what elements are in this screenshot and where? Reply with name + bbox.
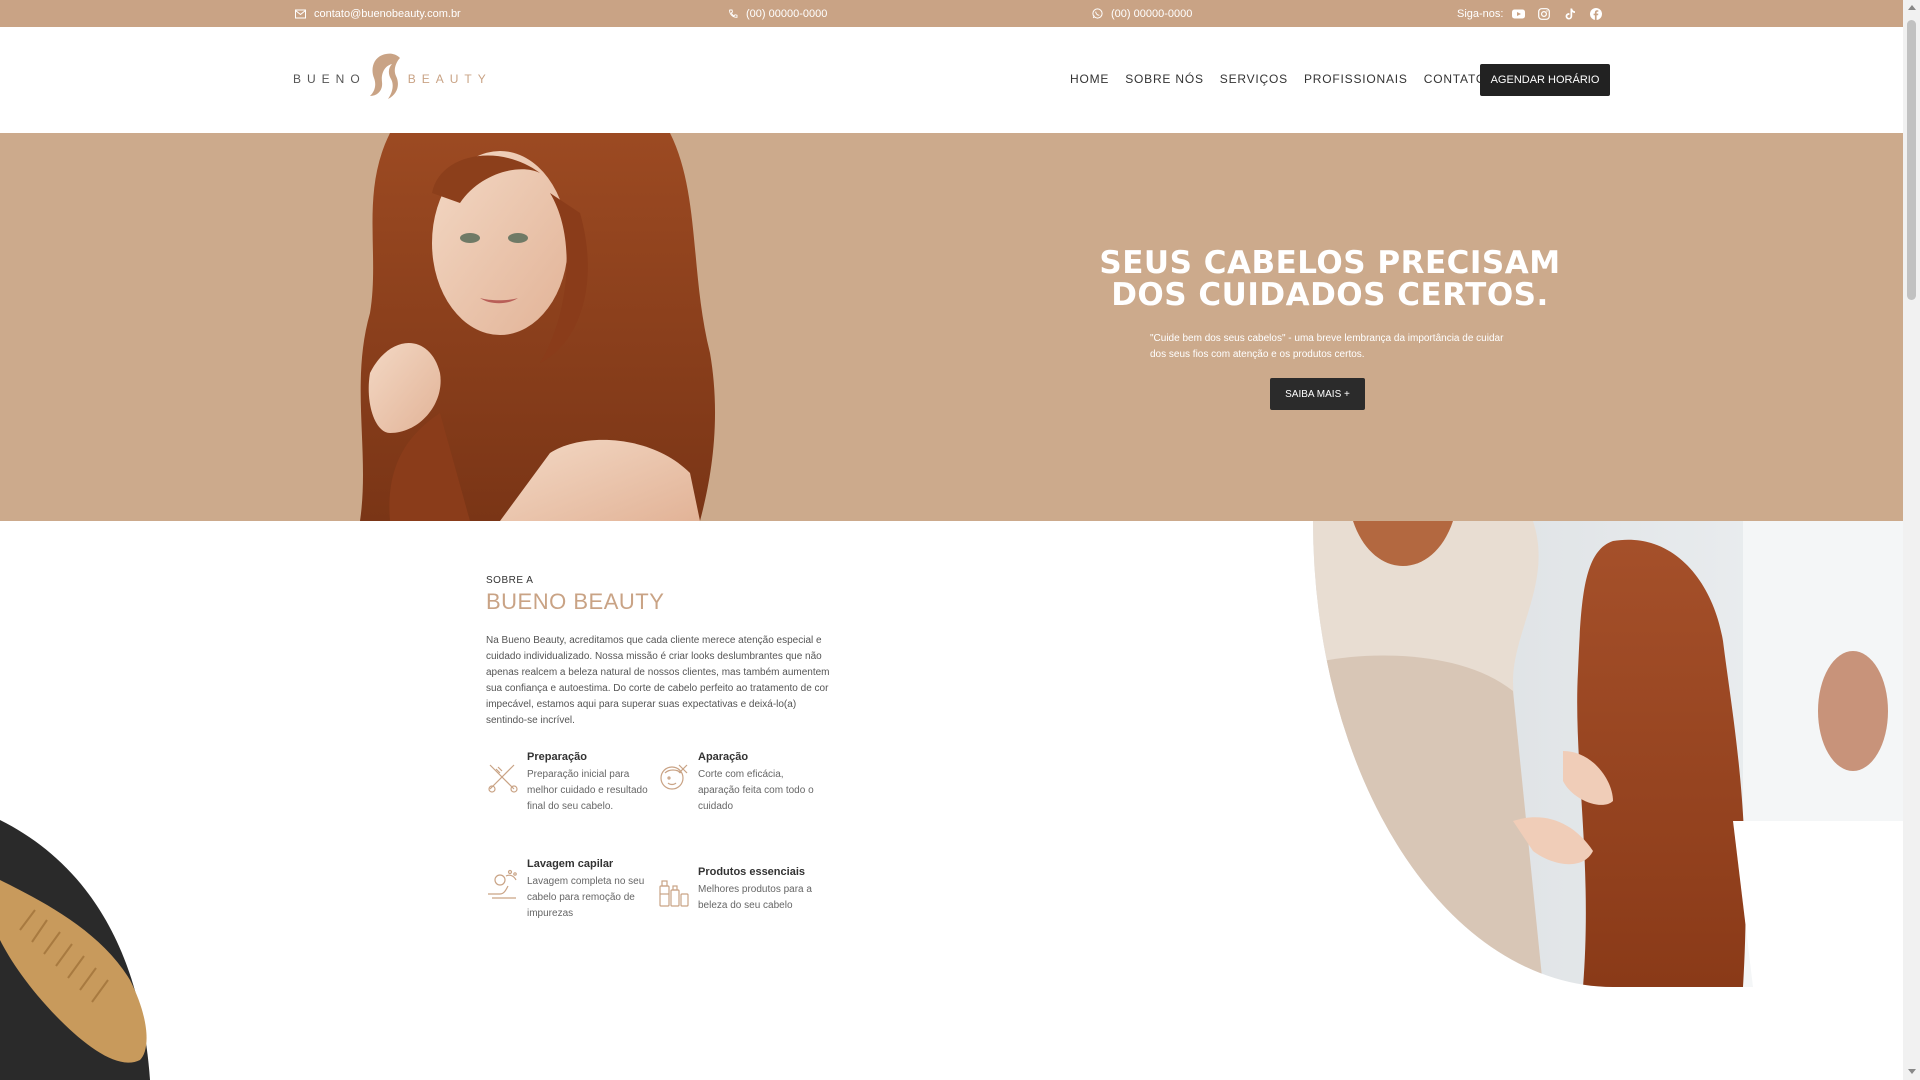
about-title: BUENO BEAUTY [486,589,665,614]
logo-word-bueno: BUENO [293,72,366,86]
main-nav: HOME SOBRE NÓS SERVIÇOS PROFISSIONAIS CO… [1070,72,1486,86]
facebook-icon[interactable] [1589,7,1603,21]
scroll-up-arrow-icon[interactable] [1908,5,1916,10]
feature-title: Preparação [527,751,587,763]
scissors-comb-icon [486,761,520,795]
youtube-icon[interactable] [1511,7,1525,21]
products-bottles-icon [657,876,691,910]
scroll-down-arrow-icon[interactable] [1908,1069,1916,1074]
site-header: BUENO BEAUTY HOME SOBRE NÓS SERVIÇOS PRO… [0,27,1903,133]
nav-profissionais[interactable]: PROFISSIONAIS [1304,72,1408,86]
whatsapp-contact[interactable]: (00) 00000-0000 [1092,0,1192,27]
top-contact-bar: contato@buenobeauty.com.br (00) 00000-00… [0,0,1903,27]
salon-hairdresser-photo [1313,521,1903,987]
hero-woman-photo [360,133,716,521]
nav-home[interactable]: HOME [1070,72,1109,86]
logo-hair-icon [366,52,402,107]
hero-title: SEUS CABELOS PRECISAM DOS CUIDADOS CERTO… [1040,247,1620,311]
site-logo[interactable]: BUENO BEAUTY [293,51,492,107]
feature-desc: Lavagem completa no seu cabelo para remo… [527,876,645,919]
page-scrollbar[interactable] [1903,0,1920,1080]
feature-title: Lavagem capilar [527,858,614,870]
email-contact[interactable]: contato@buenobeauty.com.br [295,0,461,27]
envelope-icon [295,9,306,19]
hair-cutting-icon [657,761,691,795]
social-links: Siga-nos: [1457,0,1603,27]
whatsapp-icon [1092,8,1103,19]
logo-word-beauty: BEAUTY [407,72,492,86]
whatsapp-text[interactable]: (00) 00000-0000 [1111,8,1192,20]
feature-title: Produtos essenciais [698,866,805,878]
feature-title: Aparação [698,751,749,763]
scrollbar-thumb[interactable] [1907,20,1916,300]
comb-hair-image [0,820,150,1080]
email-text[interactable]: contato@buenobeauty.com.br [314,8,461,20]
tiktok-icon[interactable] [1563,7,1577,21]
nav-servicos[interactable]: SERVIÇOS [1220,72,1288,86]
phone-text[interactable]: (00) 00000-0000 [746,8,827,20]
hair-wash-icon [486,868,520,902]
hero-subtitle: "Cuide bem dos seus cabelos" - uma breve… [1150,333,1504,360]
phone-contact[interactable]: (00) 00000-0000 [728,0,827,27]
nav-sobre-nos[interactable]: SOBRE NÓS [1125,72,1204,86]
feature-desc: Corte com eficácia, aparação feita com t… [698,769,814,812]
schedule-button[interactable]: AGENDAR HORÁRIO [1480,64,1610,96]
about-body: Na Bueno Beauty, acreditamos que cada cl… [486,635,830,726]
hero-title-line-1: SEUS CABELOS PRECISAM [1099,245,1561,281]
phone-icon [728,9,738,19]
about-eyebrow: SOBRE A [486,575,534,586]
instagram-icon[interactable] [1537,7,1551,21]
feature-desc: Preparação inicial para melhor cuidado e… [527,769,648,812]
hero-banner: SEUS CABELOS PRECISAM DOS CUIDADOS CERTO… [0,133,1903,521]
hero-title-line-2: DOS CUIDADOS CERTOS. [1111,277,1549,313]
learn-more-button[interactable]: SAIBA MAIS + [1270,378,1365,410]
follow-label: Siga-nos: [1457,7,1504,20]
nav-contato[interactable]: CONTATO [1424,72,1486,86]
feature-desc: Melhores produtos para a beleza do seu c… [698,884,812,911]
